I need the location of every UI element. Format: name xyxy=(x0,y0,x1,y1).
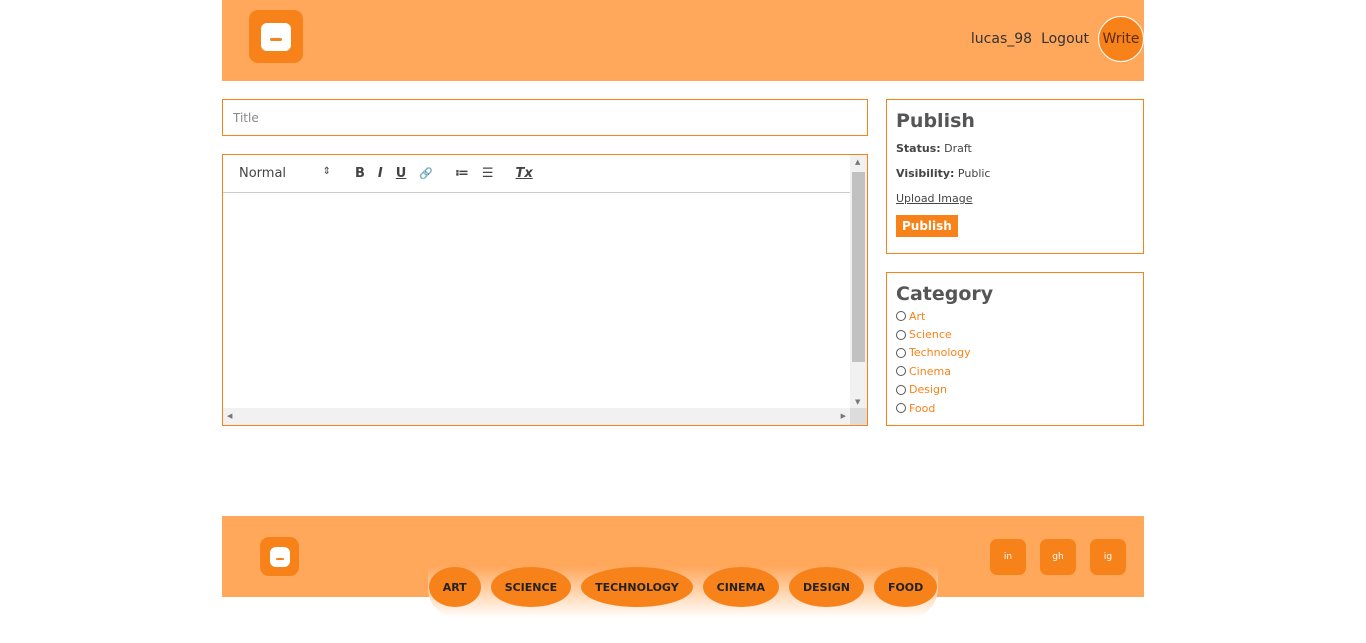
select-arrows-icon: ⇕ xyxy=(322,166,331,177)
rich-text-editor[interactable]: Normal ⇕ B I U 🔗 ≔ ☰ Tx ▲ ▼ ◀ ▶ xyxy=(222,154,868,426)
vertical-scrollbar[interactable]: ▲ ▼ xyxy=(850,155,867,409)
link-button[interactable]: 🔗 xyxy=(419,167,433,180)
category-option-food[interactable]: Food xyxy=(896,399,1134,417)
category-label: Cinema xyxy=(909,364,951,378)
category-label: Art xyxy=(909,309,926,323)
footer-link-technology[interactable]: TECHNOLOGY xyxy=(581,567,693,607)
upload-image-link[interactable]: Upload Image xyxy=(896,192,1134,205)
username[interactable]: lucas_98 xyxy=(971,31,1032,47)
radio-button[interactable] xyxy=(896,403,906,414)
editor-toolbar: Normal ⇕ B I U 🔗 ≔ ☰ Tx xyxy=(223,155,850,193)
scroll-left-icon[interactable]: ◀ xyxy=(227,412,232,420)
category-option-design[interactable]: Design xyxy=(896,381,1134,399)
status-label: Status: xyxy=(896,142,941,155)
format-value: Normal xyxy=(239,166,287,181)
radio-button[interactable] xyxy=(896,384,906,395)
visibility-label: Visibility: xyxy=(896,167,955,180)
category-label: Design xyxy=(909,383,947,397)
github-icon[interactable]: gh xyxy=(1040,539,1076,575)
footer-link-art[interactable]: ART xyxy=(428,567,481,607)
scroll-up-icon[interactable]: ▲ xyxy=(855,158,860,166)
bold-button[interactable]: B xyxy=(355,166,365,181)
category-heading: Category xyxy=(896,283,994,305)
horizontal-scrollbar[interactable]: ◀ ▶ xyxy=(223,408,850,425)
radio-button[interactable] xyxy=(896,311,906,322)
bullet-list-button[interactable]: ☰ xyxy=(482,166,494,181)
category-label: Food xyxy=(909,401,936,415)
write-button[interactable]: Write xyxy=(1098,16,1144,62)
scroll-right-icon[interactable]: ▶ xyxy=(841,412,846,420)
title-input[interactable] xyxy=(222,99,868,136)
logout-link[interactable]: Logout xyxy=(1041,31,1089,47)
nav: lucas_98 Logout Write xyxy=(971,16,1144,62)
scroll-down-icon[interactable]: ▼ xyxy=(855,398,860,406)
radio-button[interactable] xyxy=(896,347,906,358)
footer-link-food[interactable]: FOOD xyxy=(873,567,938,607)
category-option-art[interactable]: Art xyxy=(896,307,1134,325)
publish-button[interactable]: Publish xyxy=(896,215,958,237)
category-option-cinema[interactable]: Cinema xyxy=(896,362,1134,380)
footer-link-cinema[interactable]: CINEMA xyxy=(702,567,780,607)
visibility-value: Public xyxy=(957,167,991,180)
publish-panel: Publish Status: Draft Visibility: Public… xyxy=(886,99,1144,254)
clear-format-button[interactable]: Tx xyxy=(516,166,533,181)
status: Status: Draft xyxy=(896,142,1134,155)
category-option-technology[interactable]: Technology xyxy=(896,344,1134,362)
scroll-thumb[interactable] xyxy=(852,172,865,362)
header: lucas_98 Logout Write xyxy=(222,0,1144,81)
format-select[interactable]: Normal ⇕ xyxy=(239,166,331,181)
category-label: Technology xyxy=(909,346,971,360)
italic-button[interactable]: I xyxy=(378,166,383,181)
footer-logo-icon[interactable] xyxy=(260,537,299,576)
status-value: Draft xyxy=(944,142,972,155)
radio-button[interactable] xyxy=(896,329,906,340)
publish-heading: Publish xyxy=(896,110,975,132)
instagram-icon[interactable]: ig xyxy=(1090,539,1126,575)
ordered-list-button[interactable]: ≔ xyxy=(455,166,469,181)
radio-button[interactable] xyxy=(896,366,906,377)
visibility: Visibility: Public xyxy=(896,167,1134,180)
category-label: Science xyxy=(909,328,952,342)
category-option-science[interactable]: Science xyxy=(896,325,1134,343)
blogger-logo-icon[interactable] xyxy=(249,10,303,63)
footer-link-design[interactable]: DESIGN xyxy=(789,567,864,607)
footer-link-science[interactable]: SCIENCE xyxy=(490,567,572,607)
category-panel: Category Art Science Technology Cinema D… xyxy=(886,272,1144,426)
footer-category-nav: ART SCIENCE TECHNOLOGY CINEMA DESIGN FOO… xyxy=(428,566,938,618)
underline-button[interactable]: U xyxy=(396,166,407,181)
scroll-corner xyxy=(850,408,867,425)
linkedin-icon[interactable]: in xyxy=(990,539,1026,575)
